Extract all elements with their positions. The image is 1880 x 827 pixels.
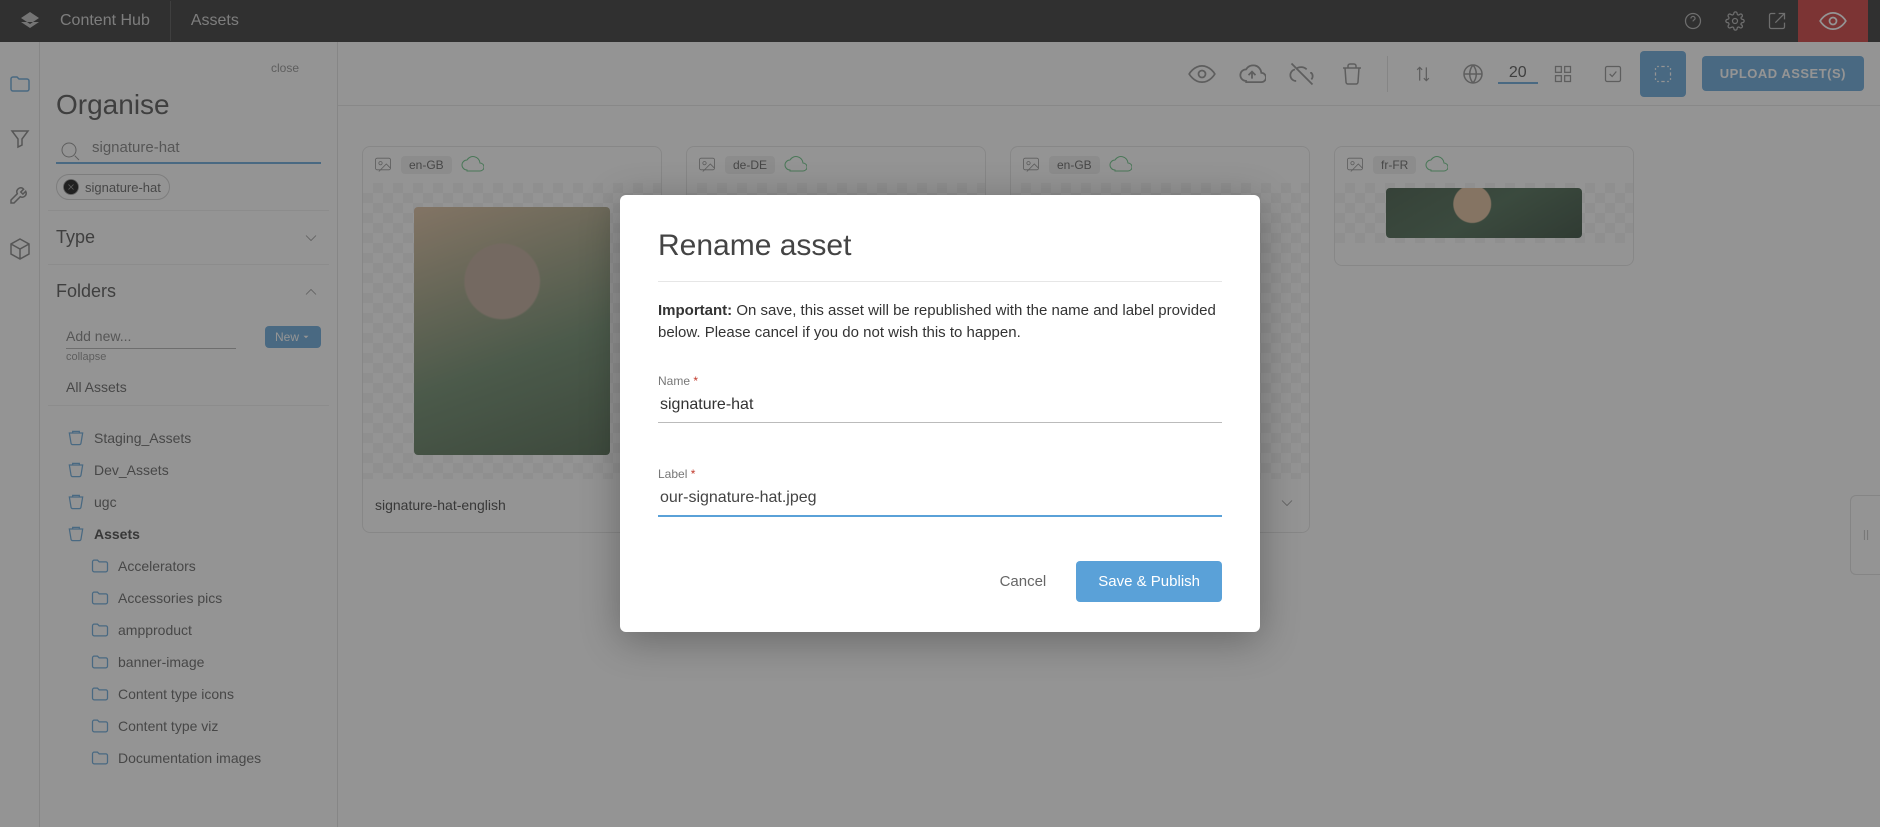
modal-important: Important: On save, this asset will be r… [658,300,1222,344]
label-label-text: Label [658,467,687,481]
name-label-text: Name [658,374,690,388]
name-field-label: Name * [658,374,1222,388]
cancel-button[interactable]: Cancel [988,561,1059,602]
modal-scrim: Rename asset Important: On save, this as… [0,0,1880,827]
save-publish-button[interactable]: Save & Publish [1076,561,1222,602]
label-input[interactable] [658,483,1222,517]
name-input[interactable] [658,390,1222,423]
important-prefix: Important: [658,302,732,319]
modal-title: Rename asset [658,229,1222,263]
label-field-label: Label * [658,467,1222,481]
rename-modal: Rename asset Important: On save, this as… [620,195,1260,632]
important-body: On save, this asset will be republished … [658,302,1216,341]
